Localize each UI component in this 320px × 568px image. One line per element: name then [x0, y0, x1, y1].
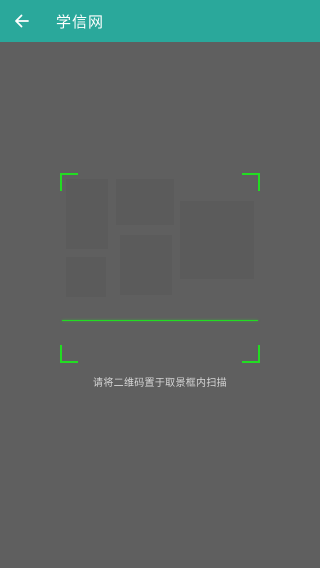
page-title: 学信网: [56, 12, 105, 31]
frame-corner-top-right: [242, 173, 260, 191]
app-bar: 学信网: [0, 0, 320, 42]
back-button[interactable]: [0, 0, 44, 42]
scan-hint-text: 请将二维码置于取景框内扫描: [93, 378, 227, 389]
camera-preview-shape: [116, 179, 174, 225]
arrow-left-icon: [15, 14, 29, 28]
camera-preview-shape: [180, 201, 254, 279]
qr-scanner-screen: 学信网 请将二维码置于取景框内扫描: [0, 0, 320, 568]
scan-viewfinder: [60, 173, 260, 363]
camera-preview-shape: [120, 235, 172, 295]
scan-line: [62, 320, 258, 321]
camera-preview-shape: [66, 257, 106, 297]
frame-corner-bottom-left: [60, 345, 78, 363]
frame-corner-bottom-right: [242, 345, 260, 363]
frame-corner-top-left: [60, 173, 78, 191]
